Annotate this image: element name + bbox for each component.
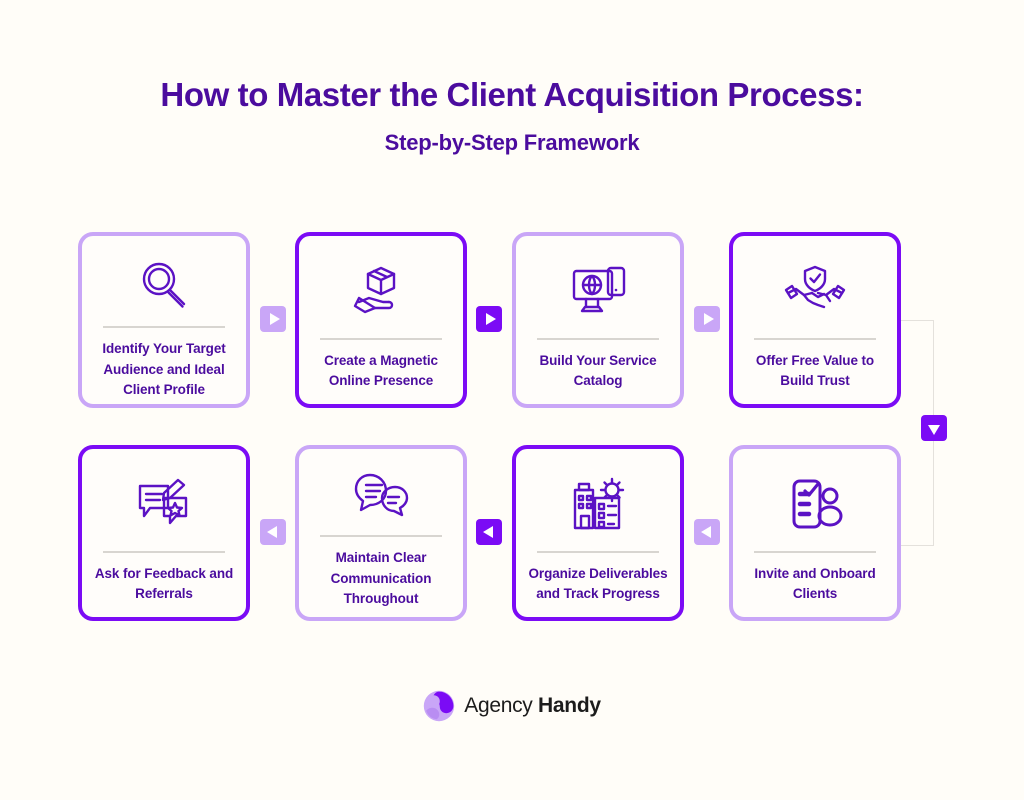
step-card-3[interactable]: Build Your Service Catalog (512, 232, 684, 408)
card-divider (537, 550, 659, 553)
handshake-shield-icon (782, 256, 848, 328)
step-card-1-label: Identify Your Target Audience and Ideal … (102, 341, 226, 398)
chevron-right-icon (703, 313, 714, 325)
card-divider (754, 550, 876, 553)
card-divider (103, 326, 225, 328)
brand-logo: Agency Handy (0, 690, 1024, 722)
step-card-6-label: Maintain Clear Communication Throughout (330, 550, 432, 607)
card-divider (320, 535, 442, 537)
step-card-2-label: Create a Magnetic Online Presence (324, 352, 438, 389)
card-divider (754, 337, 876, 340)
chevron-right-icon (269, 313, 280, 325)
step-card-7[interactable]: Organize Deliverables and Track Progress (512, 445, 684, 621)
arrow-step3-to-step4 (694, 306, 720, 332)
step-card-8-label: Invite and Onboard Clients (754, 565, 876, 602)
arrow-step6-to-step5 (260, 519, 286, 545)
arrow-step4-to-step8 (921, 415, 947, 441)
card-divider (103, 550, 225, 553)
step-card-7-label: Organize Deliverables and Track Progress (528, 565, 668, 602)
brand-name-regular: Agency (464, 694, 533, 717)
step-card-5-label: Ask for Feedback and Referrals (94, 565, 234, 602)
chevron-left-icon (700, 526, 711, 538)
brand-name: Agency Handy (464, 694, 601, 718)
arrow-step7-to-step6 (476, 519, 502, 545)
hand-holding-box-icon (349, 256, 413, 328)
step-card-1[interactable]: Identify Your Target Audience and Ideal … (78, 232, 250, 408)
card-divider (537, 337, 659, 340)
page-subtitle: Step-by-Step Framework (384, 130, 640, 155)
chevron-right-icon (485, 313, 496, 325)
step-card-4[interactable]: Offer Free Value to Build Trust (729, 232, 901, 408)
step-card-5[interactable]: Ask for Feedback and Referrals (78, 445, 250, 621)
step-card-6[interactable]: Maintain Clear Communication Throughout (295, 445, 467, 621)
chevron-left-icon (266, 526, 277, 538)
infographic-canvas: How to Master the Client Acquisition Pro… (0, 0, 1024, 800)
arrow-step2-to-step3 (476, 306, 502, 332)
speech-bubble-pencil-star-icon (132, 469, 196, 541)
brand-name-bold: Handy (538, 694, 601, 717)
arrow-step1-to-step2 (260, 306, 286, 332)
chevron-left-icon (482, 526, 493, 538)
card-divider (320, 337, 442, 340)
agency-handy-logo-icon (424, 690, 455, 722)
step-card-4-label: Offer Free Value to Build Trust (755, 352, 875, 389)
clipboard-people-icon (784, 469, 846, 541)
chevron-down-icon (928, 424, 940, 435)
page-title: How to Master the Client Acquisition Pro… (160, 76, 864, 113)
step-card-3-label: Build Your Service Catalog (539, 352, 657, 389)
step-card-8[interactable]: Invite and Onboard Clients (729, 445, 901, 621)
checklist-building-gear-icon (567, 469, 629, 541)
step-card-2[interactable]: Create a Magnetic Online Presence (295, 232, 467, 408)
monitor-globe-phone-icon (566, 256, 630, 328)
magnifying-glass-icon (134, 256, 194, 316)
chat-bubbles-icon (350, 469, 412, 525)
arrow-step8-to-step7 (694, 519, 720, 545)
